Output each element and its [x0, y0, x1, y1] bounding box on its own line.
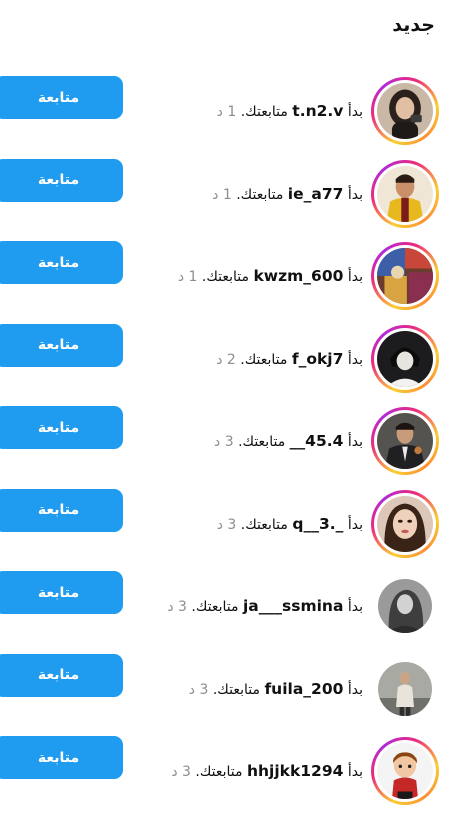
text-prefix: بدأ [347, 104, 363, 120]
follow-button[interactable]: متابعة [0, 323, 123, 367]
notification-row: بدأ ie_a77 متابعتك. 1 د متابعة [0, 158, 449, 241]
notification-row: بدأ hhjjkk1294 متابعتك. 3 د متابعة [0, 735, 449, 818]
story-ring[interactable] [371, 77, 439, 145]
username-link[interactable]: hhjjkk1294 [247, 762, 343, 780]
username-link[interactable]: kwzm_600 [254, 267, 344, 285]
text-prefix: بدأ [347, 516, 363, 533]
story-ring[interactable] [371, 407, 439, 475]
text-prefix: بدأ [347, 186, 363, 203]
follow-button[interactable]: متابعة [0, 488, 123, 532]
username-link[interactable]: fuila_200 [264, 680, 343, 698]
notification-text: بدأ fuila_200 متابعتك. 3 د [145, 679, 363, 700]
timestamp: 3 د [167, 599, 187, 615]
follow-button[interactable]: متابعة [0, 653, 123, 697]
avatar-cartoon-boy[interactable] [377, 743, 433, 799]
timestamp: 1 د [177, 269, 198, 285]
avatar-woman-makeup[interactable] [377, 495, 433, 552]
timestamp: 3 د [214, 434, 234, 450]
text-message: متابعتك. [240, 351, 288, 368]
text-message: متابعتك. [240, 516, 288, 533]
notification-text: بدأ ja___ssmina متابعتك. 3 د [145, 596, 363, 617]
follow-button[interactable]: متابعة [0, 736, 123, 779]
notification-row: بدأ fuila_200 متابعتك. 3 د متابعة [0, 653, 449, 736]
timestamp: 1 د [212, 186, 232, 203]
username-link[interactable]: t.n2.v [292, 102, 343, 120]
avatar-woman-dark-hair[interactable] [377, 83, 433, 139]
text-message: متابعتك. [212, 681, 260, 698]
timestamp: 1 د [216, 104, 237, 120]
avatar-anime-dark[interactable] [377, 330, 433, 387]
notification-row: بدأ ja___ssmina متابعتك. 3 د متابعة [0, 570, 449, 653]
username-link[interactable]: ie_a77 [288, 185, 344, 203]
avatar-colorful-fabrics[interactable] [377, 248, 433, 304]
story-ring[interactable] [371, 324, 439, 393]
notification-text: بدأ t.n2.v متابعتك. 1 د [145, 101, 363, 122]
text-message: متابعتك. [195, 764, 243, 780]
story-ring[interactable] [371, 159, 439, 228]
follow-button[interactable]: متابعة [0, 571, 123, 614]
notification-text: بدأ ie_a77 متابعتك. 1 د [145, 184, 363, 205]
follow-button[interactable]: متابعة [0, 406, 123, 449]
username-link[interactable]: __45.4 [290, 432, 344, 450]
timestamp: 3 د [171, 764, 191, 780]
timestamp: 3 د [216, 516, 237, 533]
avatar-grayscale-person[interactable] [378, 579, 432, 633]
notification-text: بدأ kwzm_600 متابعتك. 1 د [145, 266, 363, 287]
notification-text: بدأ q__3._ متابعتك. 3 د [145, 514, 363, 535]
story-ring[interactable] [371, 489, 439, 558]
notification-row: بدأ q__3._ متابعتك. 3 د متابعة [0, 488, 449, 571]
username-link[interactable]: ja___ssmina [243, 597, 343, 615]
follow-button[interactable]: متابعة [0, 76, 123, 119]
text-prefix: بدأ [347, 434, 363, 450]
avatar-frame[interactable] [371, 655, 439, 723]
section-title-new: جديد [392, 14, 435, 36]
text-prefix: بدأ [347, 351, 363, 368]
notification-row: بدأ f_okj7 متابعتك. 2 د متابعة [0, 323, 449, 406]
follow-button[interactable]: متابعة [0, 241, 123, 284]
notification-text: بدأ hhjjkk1294 متابعتك. 3 د [145, 761, 363, 782]
follow-button[interactable]: متابعة [0, 158, 123, 202]
text-prefix: بدأ [347, 599, 363, 615]
notification-text: بدأ __45.4 متابعتك. 3 د [145, 431, 363, 452]
avatar-man-yellow-jacket[interactable] [377, 165, 433, 222]
timestamp: 2 د [216, 351, 236, 368]
text-message: متابعتك. [191, 599, 239, 615]
notification-row: بدأ t.n2.v متابعتك. 1 د متابعة [0, 75, 449, 158]
text-message: متابعتك. [240, 104, 288, 120]
story-ring[interactable] [371, 737, 439, 805]
text-prefix: بدأ [347, 681, 363, 698]
text-prefix: بدأ [347, 269, 363, 285]
username-link[interactable]: q__3._ [292, 515, 343, 533]
story-ring[interactable] [371, 242, 439, 310]
avatar-person-street[interactable] [378, 661, 432, 716]
avatar-man-suit[interactable] [377, 413, 433, 469]
text-prefix: بدأ [347, 764, 363, 780]
text-message: متابعتك. [238, 434, 286, 450]
timestamp: 3 د [188, 681, 209, 698]
notification-row: بدأ __45.4 متابعتك. 3 د متابعة [0, 405, 449, 488]
notifications-list: بدأ t.n2.v متابعتك. 1 د متابعة بدأ ie_a7… [0, 75, 449, 818]
username-link[interactable]: f_okj7 [292, 350, 344, 368]
text-message: متابعتك. [201, 269, 250, 285]
avatar-frame[interactable] [371, 572, 439, 640]
notification-text: بدأ f_okj7 متابعتك. 2 د [145, 349, 363, 370]
notification-row: بدأ kwzm_600 متابعتك. 1 د متابعة [0, 240, 449, 323]
text-message: متابعتك. [236, 186, 284, 203]
